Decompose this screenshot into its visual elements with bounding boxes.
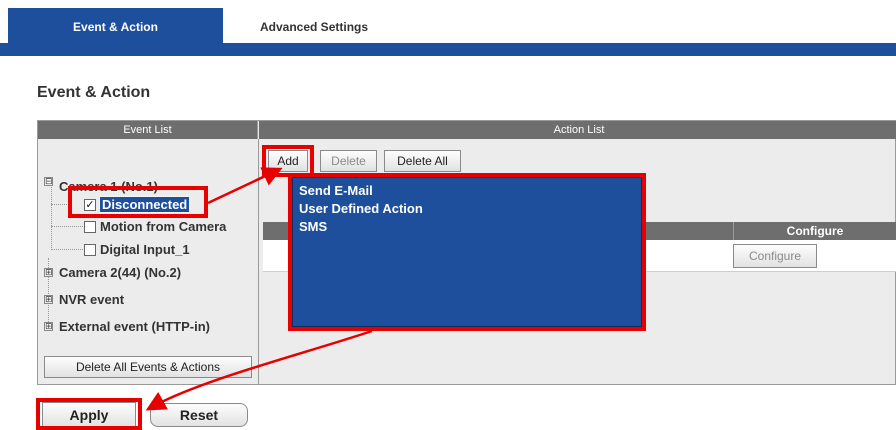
action-list-header: Action List (259, 121, 896, 139)
tree-node-camera-1[interactable]: ⊟ Camera 1 (No.1) (44, 169, 158, 194)
checkbox-checked-icon[interactable]: ✓ (84, 198, 96, 211)
add-action-menu: Send E-Mail User Defined Action SMS (292, 177, 642, 327)
tree-node-nvr-event[interactable]: ⊞ NVR event (44, 292, 124, 307)
tree-node-external-event[interactable]: ⊞ External event (HTTP-in) (44, 319, 210, 334)
tree-item-motion-from-camera[interactable]: Motion from Camera (84, 219, 226, 234)
tree-node-camera-2[interactable]: ⊞ Camera 2(44) (No.2) (44, 265, 181, 280)
collapse-icon[interactable]: ⊟ (44, 177, 53, 186)
reset-button[interactable]: Reset (150, 403, 248, 427)
expand-icon[interactable]: ⊞ (44, 295, 53, 304)
column-configure: Configure (733, 222, 896, 240)
tree-label: Camera 1 (No.1) (59, 179, 158, 194)
tree-label: Disconnected (98, 196, 191, 213)
tree-label: Motion from Camera (100, 219, 227, 234)
checkbox-icon[interactable] (84, 243, 96, 256)
tree-connector (51, 204, 69, 205)
panel-divider (258, 139, 259, 385)
add-action-button[interactable]: Add (268, 150, 308, 172)
tree-label: Digital Input_1 (100, 242, 190, 257)
tree-label: External event (HTTP-in) (59, 319, 210, 334)
delete-all-actions-button[interactable]: Delete All (384, 150, 461, 172)
expand-icon[interactable]: ⊞ (44, 322, 53, 331)
tab-event-action[interactable]: Event & Action (8, 8, 223, 56)
delete-all-events-button[interactable]: Delete All Events & Actions (44, 356, 252, 378)
expand-icon[interactable]: ⊞ (44, 268, 53, 277)
tab-advanced-settings[interactable]: Advanced Settings (230, 8, 430, 44)
tree-label: Camera 2(44) (No.2) (59, 265, 182, 280)
page-title: Event & Action (37, 84, 151, 101)
event-list-header: Event List (38, 121, 258, 139)
tree-label: NVR event (59, 292, 125, 307)
tree-connector (51, 226, 83, 227)
tree-item-digital-input-1[interactable]: Digital Input_1 (84, 242, 190, 257)
checkbox-icon[interactable] (84, 220, 96, 233)
configure-button[interactable]: Configure (733, 244, 817, 268)
tab-bar: Event & Action Advanced Settings (0, 0, 896, 56)
menu-item-user-defined-action[interactable]: User Defined Action (293, 200, 641, 218)
delete-action-button[interactable]: Delete (320, 150, 377, 172)
tree-connector (51, 249, 83, 250)
tree-item-disconnected[interactable]: ✓ Disconnected (84, 196, 191, 213)
menu-item-sms[interactable]: SMS (293, 218, 641, 236)
apply-button[interactable]: Apply (42, 402, 136, 428)
menu-item-send-email[interactable]: Send E-Mail (293, 182, 641, 200)
